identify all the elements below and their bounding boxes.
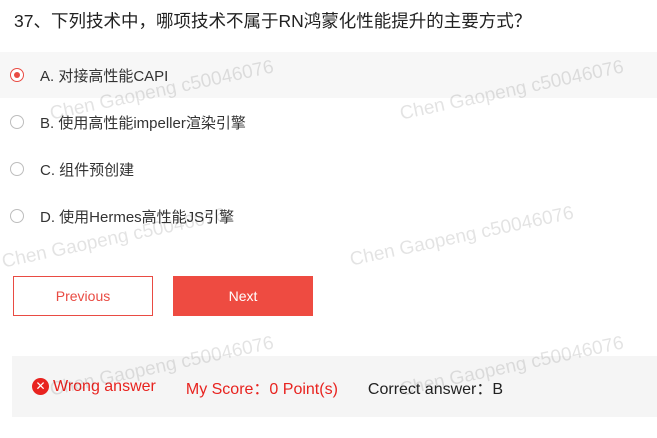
radio-unchecked-icon[interactable] [10,115,24,129]
option-d[interactable]: D. 使用Hermes高性能JS引擎 [0,193,657,239]
score-text: My Score：0 Point(s) [185,380,338,398]
correct-answer-text: Correct answer：B [367,380,504,398]
option-c[interactable]: C. 组件预创建 [0,146,657,192]
wrong-answer-status: ✕ Wrong answer [32,378,156,396]
status-text: Wrong answer [53,377,156,395]
option-a[interactable]: A. 对接高性能CAPI [0,52,657,98]
radio-checked-icon[interactable] [10,68,24,82]
previous-button[interactable]: Previous [13,276,153,316]
option-label: B. 使用高性能impeller渲染引擎 [40,114,246,132]
option-label: C. 组件预创建 [40,161,135,179]
x-circle-icon: ✕ [32,378,49,395]
options-list: A. 对接高性能CAPI B. 使用高性能impeller渲染引擎 C. 组件预… [0,52,657,240]
question-text: 37、下列技术中，哪项技术不属于RN鸿蒙化性能提升的主要方式？ [14,11,532,31]
radio-unchecked-icon[interactable] [10,209,24,223]
next-button[interactable]: Next [173,276,313,316]
radio-unchecked-icon[interactable] [10,162,24,176]
option-label: D. 使用Hermes高性能JS引擎 [40,208,235,226]
result-panel: ✕ Wrong answer My Score：0 Point(s) Corre… [12,356,657,417]
option-b[interactable]: B. 使用高性能impeller渲染引擎 [0,99,657,145]
option-label: A. 对接高性能CAPI [40,67,169,85]
